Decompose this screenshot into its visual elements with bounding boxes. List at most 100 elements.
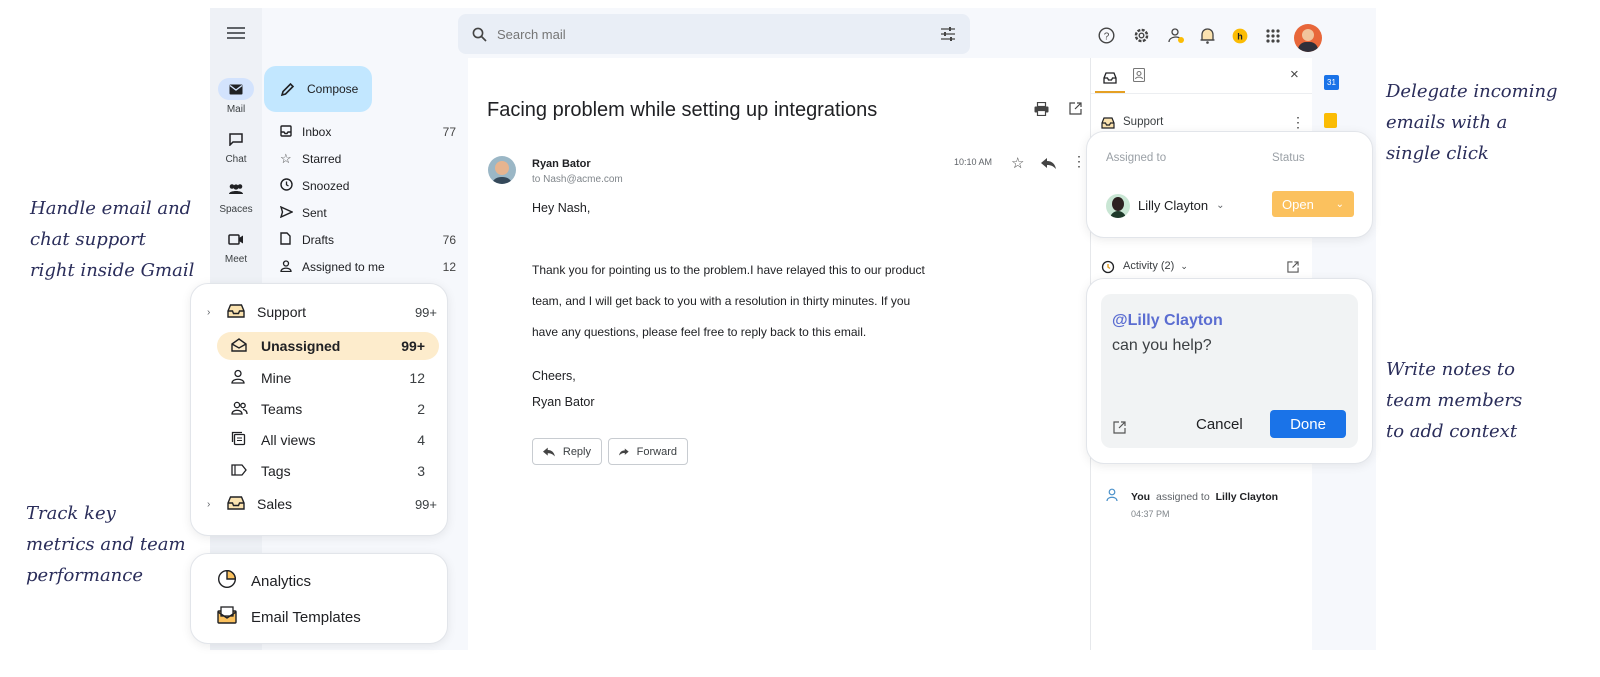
inbox-count: 99+ — [414, 304, 437, 320]
view-unassigned[interactable]: Unassigned 99+ — [217, 332, 439, 360]
rail-mail[interactable]: Mail — [210, 78, 262, 115]
done-button[interactable]: Done — [1270, 410, 1346, 438]
calendar-icon[interactable]: 31 — [1324, 75, 1339, 90]
hamburger-menu-icon[interactable] — [223, 24, 249, 42]
compose-button[interactable]: Compose — [264, 66, 372, 112]
view-label: Unassigned — [261, 338, 341, 354]
sender-avatar — [488, 156, 516, 184]
view-count: 2 — [417, 401, 425, 417]
inbox-sales-row[interactable]: › Sales 99+ — [207, 494, 437, 514]
nav-sent[interactable]: Sent — [279, 202, 456, 224]
view-teams[interactable]: Teams 2 — [217, 396, 439, 422]
tab-contact[interactable] — [1132, 67, 1146, 87]
nav-inbox[interactable]: Inbox 77 — [280, 121, 456, 143]
view-label: Mine — [261, 370, 292, 386]
view-mine[interactable]: Mine 12 — [217, 365, 439, 391]
open-in-new-icon[interactable] — [1069, 102, 1082, 120]
extension-logo-icon[interactable]: h — [1232, 28, 1266, 49]
inbox-count: 99+ — [414, 496, 437, 512]
top-toolbar: ? h — [1098, 24, 1322, 52]
analytics-item[interactable]: Analytics — [217, 569, 311, 593]
side-inbox-name: Support — [1123, 116, 1164, 128]
svg-text:h: h — [1237, 31, 1243, 41]
open-in-new-icon[interactable] — [1287, 260, 1299, 278]
notification-bell-icon[interactable] — [1200, 27, 1232, 49]
person-icon — [280, 259, 302, 275]
nav-label: Starred — [302, 152, 342, 166]
view-count: 4 — [417, 432, 425, 448]
inbox-tray-icon — [227, 495, 257, 513]
log-actor: You — [1131, 491, 1151, 503]
keep-icon[interactable] — [1324, 113, 1337, 128]
search-bar[interactable] — [458, 14, 970, 54]
search-input[interactable] — [497, 26, 897, 42]
template-envelope-icon — [217, 606, 251, 628]
filter-options-icon[interactable] — [940, 27, 956, 41]
activity-toggle[interactable]: Activity (2) ⌄ — [1123, 260, 1188, 272]
open-envelope-icon — [231, 337, 261, 355]
more-vert-icon[interactable]: ⋮ — [1291, 115, 1305, 129]
status-label: Status — [1272, 152, 1305, 164]
tab-inbox[interactable] — [1095, 65, 1125, 93]
forward-button[interactable]: Forward — [608, 438, 688, 465]
tag-icon — [231, 463, 261, 479]
email-templates-item[interactable]: Email Templates — [217, 606, 361, 628]
activity-icon — [1101, 260, 1115, 279]
view-all-views[interactable]: All views 4 — [217, 427, 439, 453]
send-icon — [279, 205, 302, 221]
nav-label: Sent — [302, 206, 327, 220]
nav-label: Assigned to me — [302, 260, 385, 274]
inbox-icon — [280, 124, 302, 140]
account-avatar[interactable] — [1294, 24, 1322, 52]
reply-icon[interactable] — [1041, 156, 1056, 174]
email-time: 10:10 AM — [954, 157, 993, 167]
rail-chat[interactable]: Chat — [210, 128, 262, 165]
email-body-line: have any questions, please feel free to … — [532, 325, 867, 339]
inbox-tray-icon — [1103, 72, 1117, 84]
email-signature: Ryan Bator — [532, 395, 595, 409]
more-vert-icon[interactable]: ⋮ — [1072, 154, 1086, 168]
recipient-line: to Nash@acme.com — [532, 174, 623, 185]
assignee-name: Lilly Clayton — [1138, 198, 1209, 213]
annotation-track-metrics: Track key metrics and team performance — [26, 498, 196, 591]
nav-label: Drafts — [302, 233, 335, 247]
settings-gear-icon[interactable] — [1133, 27, 1168, 49]
compose-label: Compose — [307, 82, 359, 96]
inbox-name: Sales — [257, 496, 293, 512]
apps-grid-icon[interactable] — [1266, 28, 1294, 48]
activity-log-entry: You assigned to Lilly Clayton — [1131, 491, 1278, 503]
views-icon — [231, 431, 261, 449]
view-tags[interactable]: Tags 3 — [217, 458, 439, 484]
rail-spaces[interactable]: Spaces — [210, 178, 262, 215]
assignee-dropdown[interactable]: Lilly Clayton ⌄ — [1138, 198, 1224, 213]
chevron-right-icon: › — [207, 498, 211, 510]
star-icon[interactable]: ☆ — [1011, 154, 1024, 172]
note-editor[interactable]: @Lilly Clayton can you help? Cancel Done — [1101, 294, 1358, 448]
svg-text:?: ? — [1104, 32, 1110, 43]
close-icon[interactable]: × — [1290, 66, 1299, 83]
nav-assigned-to-me[interactable]: Assigned to me 12 — [280, 256, 456, 278]
nav-snoozed[interactable]: Snoozed — [280, 175, 456, 197]
reply-button[interactable]: Reply — [532, 438, 602, 465]
print-icon[interactable] — [1034, 101, 1049, 121]
view-label: Teams — [261, 401, 303, 417]
annotation-line: metrics and team — [26, 534, 186, 555]
rail-meet[interactable]: Meet — [210, 228, 262, 265]
inbox-support-row[interactable]: › Support 99+ — [207, 302, 437, 322]
status-dropdown[interactable]: Open ⌄ — [1272, 191, 1354, 217]
note-text: can you help? — [1112, 337, 1212, 354]
cancel-button[interactable]: Cancel — [1196, 416, 1243, 433]
email-body: Thank you for pointing us to the problem… — [532, 255, 1012, 348]
nav-drafts[interactable]: Drafts 76 — [280, 229, 456, 251]
open-in-new-icon[interactable] — [1113, 421, 1126, 439]
annotation-handle-support: Handle email and chat support right insi… — [30, 193, 200, 286]
annotation-line: single click — [1386, 143, 1489, 164]
help-icon[interactable]: ? — [1098, 27, 1133, 49]
reply-icon — [543, 447, 555, 456]
nav-label: Inbox — [302, 125, 332, 139]
mail-icon — [218, 78, 254, 100]
assigned-to-label: Assigned to — [1106, 152, 1167, 164]
annotation-line: chat support — [30, 229, 146, 250]
nav-starred[interactable]: ☆ Starred — [280, 148, 456, 170]
agent-status-icon[interactable] — [1168, 27, 1200, 49]
